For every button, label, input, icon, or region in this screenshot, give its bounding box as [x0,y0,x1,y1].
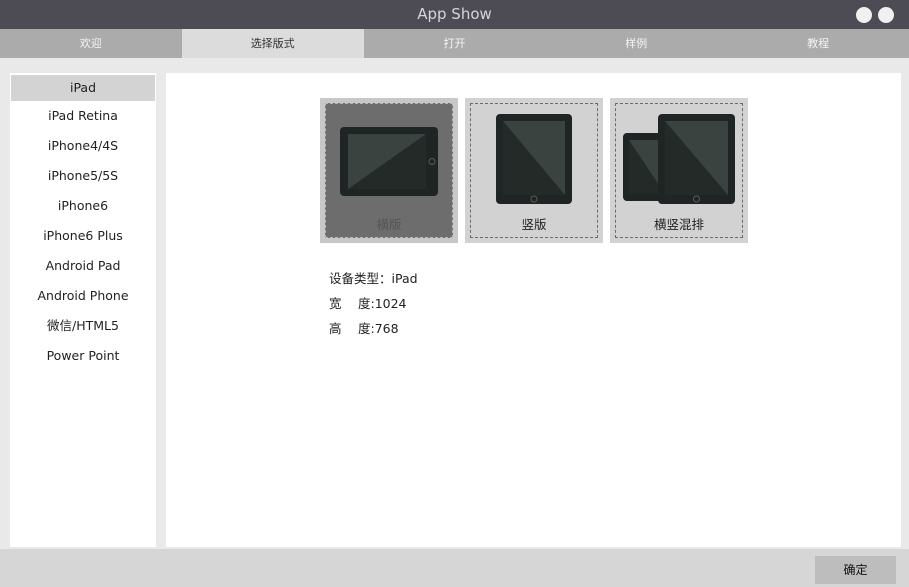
device-item-wechat-html5[interactable]: 微信/HTML5 [10,311,156,341]
device-item-ipad[interactable]: iPad [11,75,155,101]
device-height-row: 高 度:768 [329,320,418,345]
tab-choose-layout[interactable]: 选择版式 [181,29,364,58]
layout-option-label: 竖版 [521,217,547,232]
device-item-iphone4[interactable]: iPhone4/4S [10,131,156,161]
device-item-iphone6[interactable]: iPhone6 [10,191,156,221]
device-height-label: 高 度: [329,321,375,336]
layout-option-label: 横竖混排 [653,217,704,232]
layout-option-label: 横版 [376,217,402,232]
device-type-label: 设备类型： [329,271,392,286]
device-list: iPad iPad Retina iPhone4/4S iPhone5/5S i… [10,73,156,547]
confirm-button[interactable]: 确定 [815,556,896,584]
device-type-value: iPad [391,271,418,286]
footer-bar: 确定 [0,549,909,587]
layout-option-landscape[interactable]: 横版 [320,98,458,243]
device-item-power-point[interactable]: Power Point [10,341,156,371]
device-item-iphone5[interactable]: iPhone5/5S [10,161,156,191]
title-bar: App Show [0,0,909,29]
tab-tutorial[interactable]: 教程 [727,29,909,58]
device-width-row: 宽 度:1024 [329,295,418,320]
minimize-button[interactable] [856,7,872,23]
device-height-value: 768 [374,321,399,336]
device-info: 设备类型：iPad 宽 度:1024 高 度:768 [329,270,418,345]
close-button[interactable] [878,7,894,23]
layout-panel: 横版 竖版 横竖混排 设备类型：iPad 宽 度:1024 高 度:768 [166,73,901,547]
tab-samples[interactable]: 样例 [545,29,727,58]
tab-bar: 欢迎 选择版式 打开 样例 教程 [0,29,909,58]
layout-option-mixed[interactable]: 横竖混排 [610,98,748,243]
device-item-android-phone[interactable]: Android Phone [10,281,156,311]
tab-open[interactable]: 打开 [364,29,546,58]
device-width-label: 宽 度: [329,296,375,311]
device-type-row: 设备类型：iPad [329,270,418,295]
window-title: App Show [417,5,492,23]
layout-option-portrait[interactable]: 竖版 [465,98,603,243]
tab-welcome[interactable]: 欢迎 [0,29,182,58]
device-width-value: 1024 [374,296,407,311]
device-item-iphone6-plus[interactable]: iPhone6 Plus [10,221,156,251]
device-item-ipad-retina[interactable]: iPad Retina [10,101,156,131]
device-item-android-pad[interactable]: Android Pad [10,251,156,281]
